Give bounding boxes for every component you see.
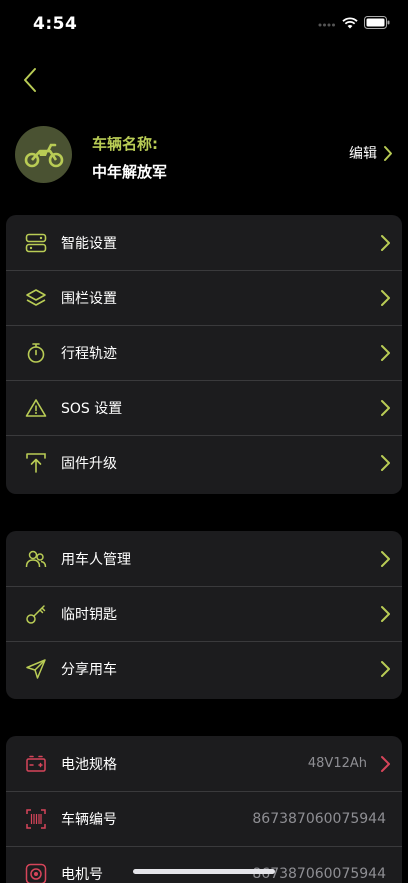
chevron-right-icon — [381, 551, 390, 567]
menu-item-fence-settings[interactable]: 围栏设置 — [6, 270, 402, 325]
chevron-left-icon — [24, 68, 36, 92]
battery-spec-value: 48V12Ah — [307, 756, 367, 771]
menu-item-smart-settings[interactable]: 智能设置 — [6, 215, 402, 270]
back-button[interactable] — [16, 64, 44, 96]
menu-item-rider-management[interactable]: 用车人管理 — [6, 531, 402, 586]
warning-icon — [24, 396, 48, 420]
status-time: 4:54 — [33, 14, 78, 34]
menu-item-label: 分享用车 — [61, 661, 117, 678]
menu-item-label: 围栏设置 — [61, 290, 117, 307]
chevron-right-icon — [381, 290, 390, 306]
info-item-label: 电机号 — [61, 866, 103, 883]
menu-item-label: 智能设置 — [61, 235, 117, 252]
menu-item-label: 固件升级 — [61, 455, 117, 472]
menu-item-firmware-upgrade[interactable]: 固件升级 — [6, 435, 402, 490]
menu-item-sos-settings[interactable]: SOS 设置 — [6, 380, 402, 435]
chevron-right-icon — [381, 606, 390, 622]
status-icons — [318, 16, 390, 29]
info-item-battery-spec[interactable]: 电池规格 48V12Ah — [6, 736, 402, 791]
stopwatch-icon — [24, 341, 48, 365]
chevron-right-icon — [381, 455, 390, 471]
key-icon — [24, 602, 48, 626]
chevron-right-icon — [381, 756, 390, 772]
menu-item-trip-track[interactable]: 行程轨迹 — [6, 325, 402, 380]
menu-item-label: SOS 设置 — [61, 400, 123, 417]
wifi-icon — [342, 16, 358, 28]
send-icon — [24, 657, 48, 681]
edit-label: 编辑 — [349, 146, 377, 162]
chevron-right-icon — [381, 235, 390, 251]
vehicle-name: 中年解放军 — [92, 163, 168, 181]
vehicle-header: 车辆名称: 中年解放军 编辑 — [0, 126, 408, 186]
menu-item-label: 临时钥匙 — [61, 606, 117, 623]
info-item-label: 电池规格 — [61, 756, 117, 773]
status-bar: 4:54 — [0, 0, 408, 48]
info-item-motor-number: 电机号 867387060075944 — [6, 846, 402, 883]
menu-item-label: 行程轨迹 — [61, 345, 117, 362]
battery-status-icon — [364, 16, 390, 29]
vehicle-info-card: 电池规格 48V12Ah 车辆编号 867387060075944 电机号 86… — [6, 736, 402, 883]
toggle-icon — [24, 231, 48, 255]
chevron-right-icon — [381, 345, 390, 361]
chevron-right-icon — [384, 145, 392, 161]
motor-icon — [24, 862, 48, 883]
sharing-card: 用车人管理 临时钥匙 分享用车 — [6, 531, 402, 699]
upload-icon — [24, 451, 48, 475]
menu-item-share-vehicle[interactable]: 分享用车 — [6, 641, 402, 696]
menu-item-label: 用车人管理 — [61, 551, 131, 568]
info-item-vehicle-number: 车辆编号 867387060075944 — [6, 791, 402, 846]
edit-button[interactable]: 编辑 — [349, 143, 393, 163]
barcode-icon — [24, 807, 48, 831]
layers-icon — [24, 286, 48, 310]
home-indicator[interactable] — [133, 869, 275, 874]
battery-icon — [24, 752, 48, 776]
info-item-label: 车辆编号 — [61, 811, 117, 828]
vehicle-avatar — [15, 126, 72, 183]
users-icon — [24, 547, 48, 571]
vehicle-number-value: 867387060075944 — [252, 810, 386, 827]
signal-icon — [318, 23, 335, 26]
chevron-right-icon — [381, 400, 390, 416]
chevron-right-icon — [381, 661, 390, 677]
motorcycle-icon — [24, 143, 63, 167]
menu-item-temporary-key[interactable]: 临时钥匙 — [6, 586, 402, 641]
settings-card: 智能设置 围栏设置 行程轨迹 SOS 设置 固件升级 — [6, 215, 402, 494]
vehicle-name-label: 车辆名称: — [92, 135, 158, 153]
